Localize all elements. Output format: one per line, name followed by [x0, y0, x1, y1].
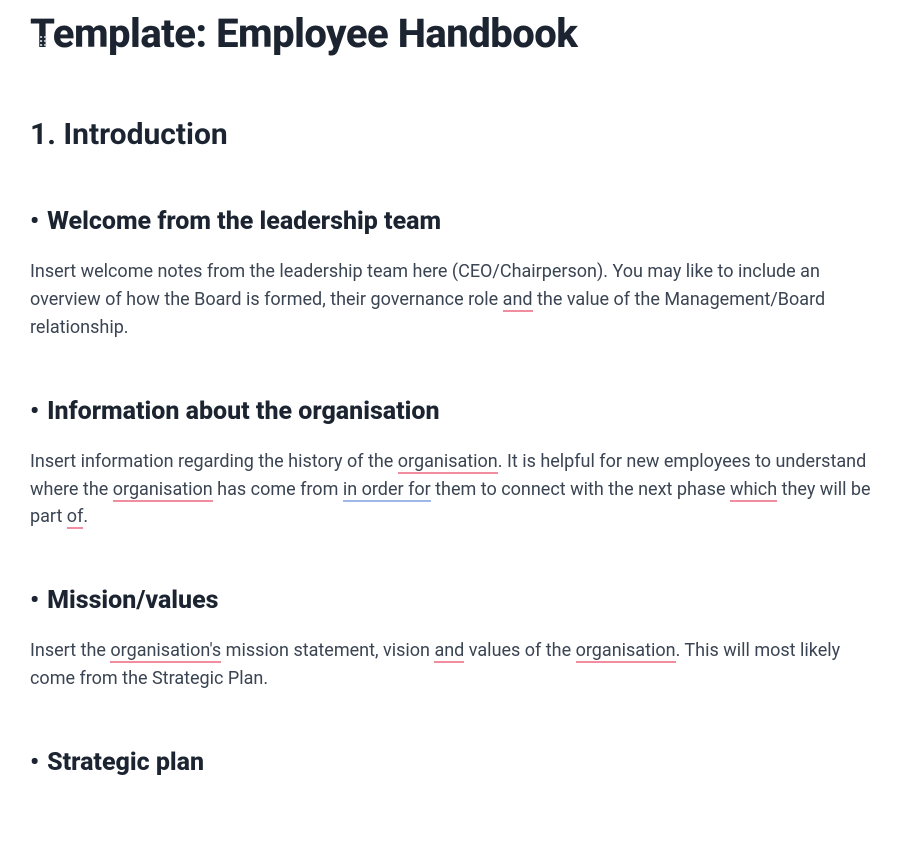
drag-handle-icon[interactable]: ⠿ [38, 38, 49, 48]
bullet-icon: • [30, 750, 39, 775]
subsection-heading-row[interactable]: • Information about the organisation [30, 397, 877, 448]
subsection-heading-row[interactable]: • Mission/values [30, 586, 877, 637]
spellcheck-underline[interactable]: which [730, 479, 777, 502]
subsection-heading-info[interactable]: Information about the organisation [47, 397, 439, 426]
subsection-body-mission[interactable]: Insert the organisation's mission statem… [30, 637, 877, 693]
subsection-heading-welcome[interactable]: Welcome from the leadership team [47, 207, 441, 236]
spellcheck-underline[interactable]: organisation [113, 479, 213, 502]
page-title[interactable]: Template: Employee Handbook [30, 10, 877, 57]
spellcheck-underline[interactable]: of [67, 506, 84, 529]
document-page: ⠿ Template: Employee Handbook 1. Introdu… [0, 0, 907, 829]
bullet-icon: • [30, 399, 39, 424]
subsection-body-welcome[interactable]: Insert welcome notes from the leadership… [30, 258, 877, 342]
grammar-underline[interactable]: in order for [343, 479, 431, 502]
subsection-body-info[interactable]: Insert information regarding the history… [30, 448, 877, 532]
bullet-icon: • [30, 209, 39, 234]
bullet-icon: • [30, 588, 39, 613]
subsection-heading-mission[interactable]: Mission/values [47, 586, 218, 615]
spellcheck-underline[interactable]: organisation [576, 640, 676, 663]
section-heading-introduction[interactable]: 1. Introduction [30, 117, 877, 152]
spellcheck-underline[interactable]: organisation's [110, 640, 221, 663]
subsection-heading-row[interactable]: • Strategic plan [30, 748, 877, 799]
spellcheck-underline[interactable]: and [434, 640, 464, 663]
subsection-heading-strategic[interactable]: Strategic plan [47, 748, 204, 777]
subsection-heading-row[interactable]: • Welcome from the leadership team [30, 207, 877, 258]
spellcheck-underline[interactable]: and [503, 289, 533, 312]
spellcheck-underline[interactable]: organisation [398, 451, 498, 474]
title-block[interactable]: ⠿ Template: Employee Handbook [30, 10, 877, 57]
